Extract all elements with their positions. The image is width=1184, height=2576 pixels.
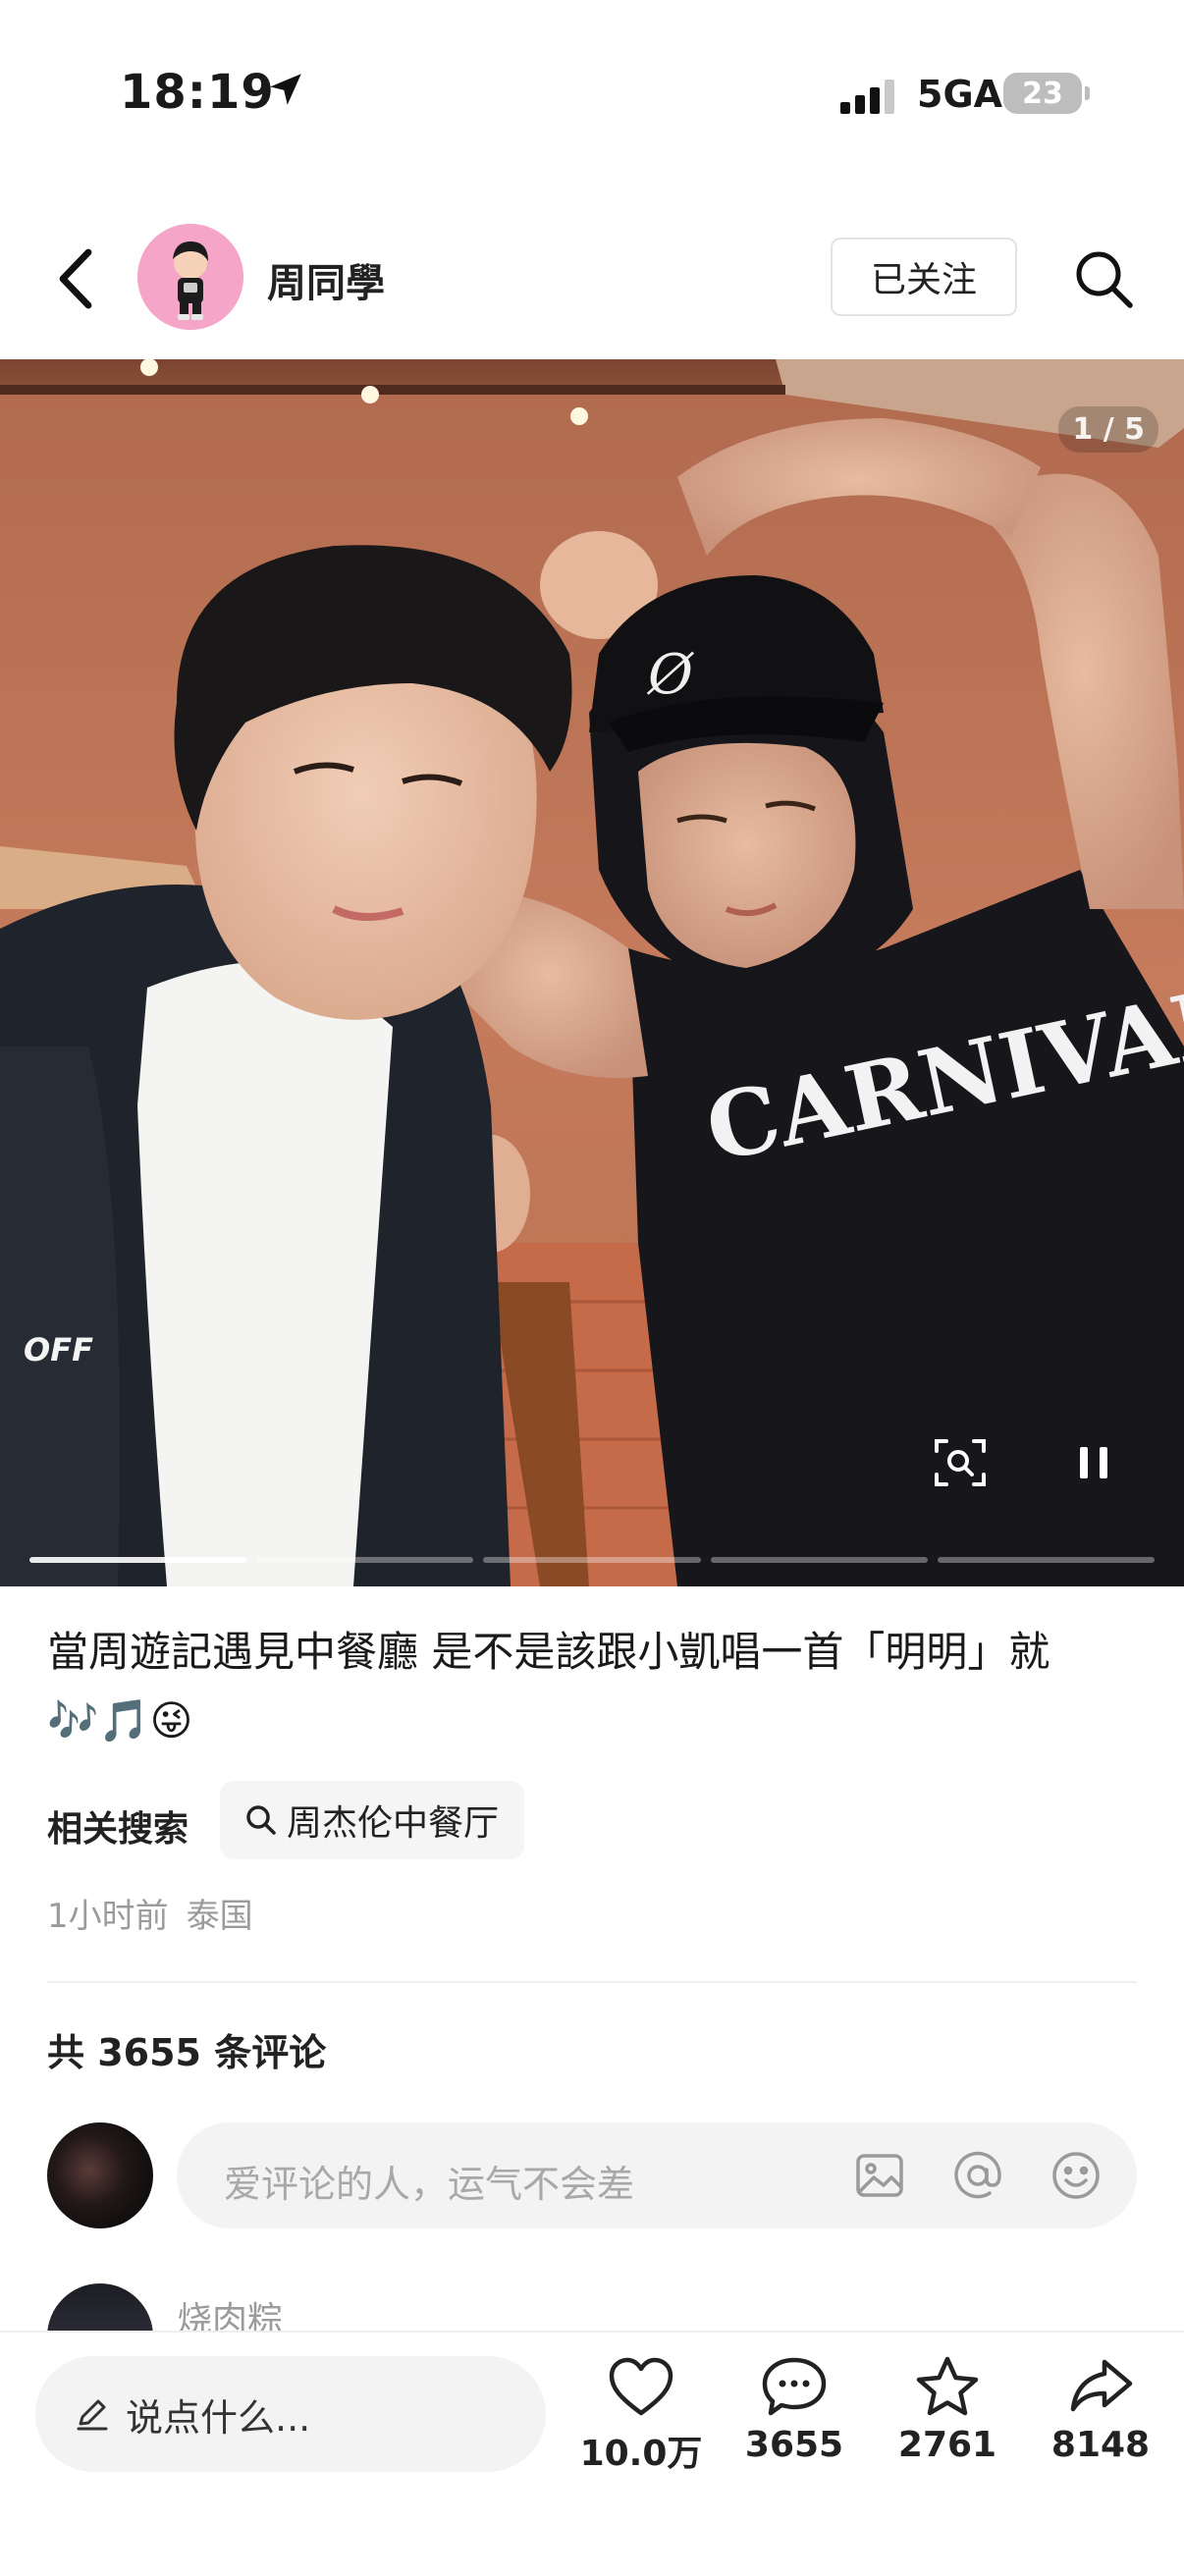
post-caption: 當周遊記遇見中餐廳 是不是該跟小凱唱一首「明明」就🎶🎵😜 [47,1628,1050,1744]
favorite-count: 2761 [897,2425,997,2465]
comment-placeholder: 爱评论的人，运气不会差 [224,2163,635,2206]
share-button[interactable]: 8148 [1027,2354,1174,2465]
carousel-progress-segment [256,1557,474,1563]
comments-count-title: 共 3655 条评论 [47,2031,327,2074]
image-search-button[interactable] [931,1433,990,1492]
battery-tip [1085,86,1090,100]
comment-count: 3655 [744,2425,844,2465]
pause-button[interactable] [1070,1435,1119,1490]
share-icon [1070,2359,1133,2412]
cellular-signal-icon [840,79,899,118]
author-avatar[interactable] [137,224,243,330]
current-user-avatar [47,2122,153,2228]
carousel-page-indicator: 1 / 5 [1058,406,1158,453]
carousel-progress [29,1557,1156,1563]
comment-input[interactable]: 爱评论的人，运气不会差 [177,2122,1137,2228]
favorite-button[interactable]: 2761 [874,2354,1021,2465]
related-search-chip[interactable]: 周杰伦中餐厅 [220,1781,525,1859]
author-name[interactable]: 周同學 [267,251,385,308]
status-time: 18:19 [120,65,275,120]
jacket-print-text: OFF [24,1331,93,1368]
say-something-placeholder: 说点什么... [126,2395,311,2440]
star-icon [916,2356,979,2416]
carousel-progress-segment [483,1557,701,1563]
pause-icon [1080,1447,1107,1478]
divider [47,1981,1137,1983]
back-button[interactable] [47,245,102,312]
like-count: 10.0万 [579,2434,703,2474]
search-icon [246,1805,276,1835]
svg-text:Ø: Ø [646,643,694,707]
scan-icon [935,1439,986,1486]
like-button[interactable]: 10.0万 [567,2354,715,2476]
search-icon [1076,251,1133,308]
location-arrow-icon [265,69,306,114]
say-something-input[interactable]: 说点什么... [35,2356,546,2472]
pencil-icon [77,2399,108,2431]
carousel-progress-segment [710,1557,928,1563]
carousel-progress-segment [937,1557,1156,1563]
emoji-icon[interactable] [1049,2148,1103,2203]
related-search-text: 周杰伦中餐厅 [287,1803,500,1844]
search-button[interactable] [1068,243,1139,314]
post-location: 泰国 [186,1897,253,1936]
post-meta: 1小时前 泰国 [47,1889,253,1937]
carousel-progress-segment [29,1557,247,1563]
post-photo[interactable]: Ø CARNIVAL OFF [0,359,1184,1586]
network-type: 5GA [917,73,1003,116]
post-time: 1小时前 [47,1897,169,1936]
comment-button[interactable]: 3655 [721,2354,868,2465]
at-mention-icon[interactable] [950,2148,1005,2203]
heart-icon [609,2357,673,2416]
related-search-label: 相关搜索 [47,1809,189,1850]
battery-level: 23 [1022,76,1063,111]
comment-bubble-icon [762,2357,827,2416]
chevron-left-icon [59,248,92,309]
image-icon[interactable] [852,2148,907,2203]
battery-indicator: 23 [1003,73,1090,114]
share-count: 8148 [1050,2425,1151,2465]
follow-button[interactable]: 已关注 [831,238,1017,316]
